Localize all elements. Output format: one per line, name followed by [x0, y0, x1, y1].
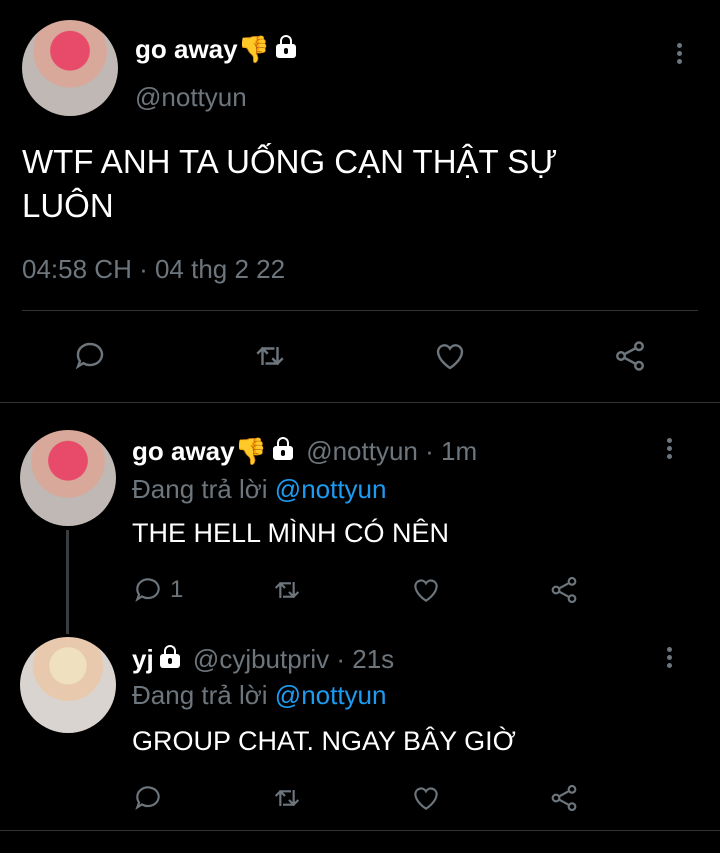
- author-line: go away👎 @nottyun · 1m: [132, 434, 477, 468]
- display-name[interactable]: go away: [132, 436, 235, 466]
- display-name[interactable]: yj: [132, 644, 154, 674]
- thread-line: [66, 530, 69, 634]
- heart-icon: [414, 579, 438, 602]
- handle[interactable]: @nottyun: [306, 436, 418, 466]
- replying-label: Đang trả lời: [132, 474, 268, 504]
- share-button[interactable]: [548, 574, 580, 606]
- like-button[interactable]: [432, 338, 468, 374]
- replying-to: Đang trả lời @nottyun: [132, 472, 386, 506]
- display-name[interactable]: go away: [135, 34, 238, 64]
- author-line: yj @cyjbutpriv · 21s: [132, 642, 394, 676]
- replying-label: Đang trả lời: [132, 680, 268, 710]
- more-options-button[interactable]: [667, 644, 672, 671]
- lock-icon: [159, 645, 180, 669]
- reply-button[interactable]: [132, 782, 164, 814]
- heart-icon: [436, 344, 464, 370]
- share-icon: [551, 784, 577, 812]
- thumbs-down-emoji: 👎: [237, 34, 270, 64]
- handle[interactable]: @nottyun: [135, 82, 247, 113]
- avatar[interactable]: [20, 430, 116, 526]
- retweet-button[interactable]: [271, 782, 303, 814]
- divider: [22, 310, 698, 311]
- like-button[interactable]: [410, 782, 442, 814]
- lock-icon: [272, 437, 293, 461]
- reply-count: 1: [170, 576, 184, 603]
- comment-icon: [135, 578, 160, 602]
- more-vertical-icon: [667, 438, 672, 443]
- replying-to: Đang trả lời @nottyun: [132, 678, 386, 712]
- avatar[interactable]: [22, 20, 118, 116]
- more-options-button[interactable]: [667, 435, 672, 462]
- timestamp[interactable]: 04:58 CH · 04 thg 2 22: [22, 254, 285, 285]
- section-divider: [0, 402, 720, 403]
- reply-text: THE HELL MÌNH CÓ NÊN: [132, 518, 450, 548]
- author-line: go away👎: [135, 32, 296, 66]
- tweet-text: WTF ANH TA UỐNG CẠN THẬT SỰ LUÔN: [22, 143, 558, 224]
- reply-text: GROUP CHAT. NGAY BÂY GIỜ: [132, 726, 516, 756]
- retweet-icon: [274, 789, 300, 807]
- avatar[interactable]: [20, 637, 116, 733]
- handle[interactable]: @cyjbutpriv: [193, 644, 329, 674]
- more-vertical-icon: [677, 43, 682, 48]
- mention-link[interactable]: @nottyun: [275, 680, 387, 710]
- relative-time[interactable]: · 21s: [336, 644, 394, 674]
- more-options-button[interactable]: [677, 40, 682, 67]
- share-icon: [551, 576, 577, 604]
- share-icon: [616, 341, 644, 371]
- more-vertical-icon: [667, 647, 672, 652]
- reply-button[interactable]: 1: [132, 574, 183, 606]
- thumbs-down-emoji: 👎: [234, 436, 267, 466]
- mention-link[interactable]: @nottyun: [275, 474, 387, 504]
- comment-icon: [135, 786, 160, 810]
- heart-icon: [414, 787, 438, 810]
- comment-icon: [75, 342, 104, 370]
- section-divider: [0, 830, 720, 831]
- relative-time[interactable]: · 1m: [425, 436, 477, 466]
- retweet-button[interactable]: [252, 338, 288, 374]
- share-button[interactable]: [612, 338, 648, 374]
- retweet-button[interactable]: [271, 574, 303, 606]
- like-button[interactable]: [410, 574, 442, 606]
- share-button[interactable]: [548, 782, 580, 814]
- retweet-icon: [256, 346, 284, 366]
- lock-icon: [275, 35, 296, 59]
- retweet-icon: [274, 581, 300, 599]
- reply-button[interactable]: [72, 338, 108, 374]
